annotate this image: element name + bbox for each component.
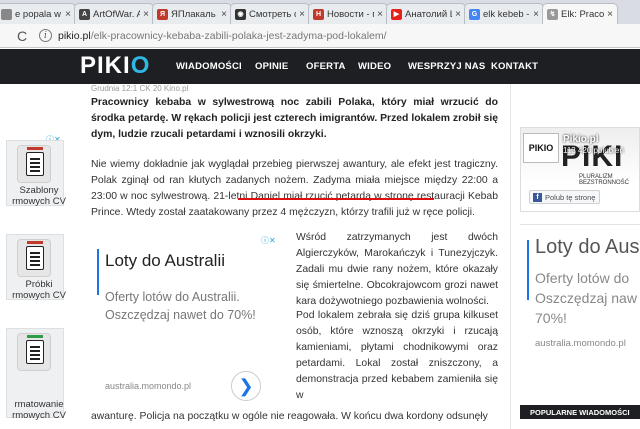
right-ad-line-3: 70%!: [535, 310, 567, 326]
right-divider: [520, 224, 640, 225]
nav-kontakt[interactable]: KONTAKT: [491, 61, 538, 72]
fb-like-label: Polub tę stronę: [545, 192, 596, 202]
tab-title: e popala w: [15, 8, 61, 20]
article-paragraph-3-continued: awanturę. Policja na początku w ogóle ni…: [91, 411, 488, 422]
left-ad-1-label: Szablony rmowych CV: [12, 185, 66, 207]
left-ad-3[interactable]: rmatowanie rmowych CV: [6, 328, 66, 421]
ad-choices-icon[interactable]: ⓘ✕: [261, 235, 276, 246]
url-host: pikio.pl: [58, 29, 91, 42]
popular-news-header: POPULARNE WIADOMOŚCI: [520, 405, 640, 419]
inline-ad-subtitle: Oferty lotów do Australii. Oszczędzaj na…: [105, 290, 256, 322]
tab-favicon-icon: ▶: [391, 8, 402, 20]
ad-accent-bar: [527, 240, 529, 300]
tab-favicon-icon: ◉: [235, 8, 246, 20]
tab-favicon-icon: A: [79, 8, 90, 20]
document-icon: [17, 333, 51, 371]
tab-title: Новости - п: [327, 8, 375, 20]
tab-favicon-icon: Н: [313, 8, 324, 20]
fb-like-button[interactable]: f Polub tę stronę: [529, 190, 601, 204]
tab-title: Анатолий Ш: [405, 8, 452, 20]
fb-like-count: 113 420 polubień: [563, 146, 624, 155]
column-divider: [510, 84, 511, 429]
right-ad-title[interactable]: Loty do Aus: [535, 236, 640, 259]
article-paragraph-1: Nie wiemy dokładnie jak wyglądał przebie…: [91, 159, 498, 218]
nav-wiadomosci[interactable]: WIADOMOŚCI: [176, 61, 242, 72]
tab-title: ЯПлакаль -: [171, 8, 219, 20]
tab-title: Elk: Pracowni: [561, 8, 605, 20]
fb-page-name[interactable]: Pikio.pl: [563, 134, 599, 145]
nav-oferta[interactable]: OFERTA: [306, 61, 346, 72]
inline-ad-domain: australia.momondo.pl: [105, 381, 192, 391]
red-underline-annotation: [238, 198, 434, 200]
logo-accent: O: [130, 52, 151, 79]
right-ad-domain: australia.momondo.pl: [535, 338, 626, 349]
tab-favicon-icon: Я: [157, 8, 168, 20]
logo-text: PIKI: [80, 52, 131, 79]
browser-tab[interactable]: Gelk kebeb - ×: [464, 3, 544, 24]
browser-tab[interactable]: ↯Elk: Pracowni×: [542, 3, 618, 24]
chevron-right-icon[interactable]: ❯: [231, 371, 261, 401]
right-ad-line-2: Oszczędzaj naw: [535, 290, 637, 306]
tab-title: ArtOfWar. A: [93, 8, 141, 20]
left-ad-column: ⓘ✕ Szablony rmowych CV Próbki rmowych CV…: [0, 84, 68, 429]
facebook-icon: f: [533, 192, 542, 202]
tab-title: Смотреть о: [249, 8, 297, 20]
tab-favicon-icon: [1, 8, 12, 20]
tab-title: elk kebeb -: [483, 8, 530, 20]
browser-tab[interactable]: Н Новости - п ×: [308, 3, 388, 24]
close-tab-icon[interactable]: ×: [533, 9, 539, 20]
browser-tab[interactable]: A ArtOfWar. A ×: [74, 3, 154, 24]
tab-favicon-icon: ↯: [547, 8, 558, 20]
reload-icon[interactable]: C: [14, 28, 30, 44]
fb-page-avatar[interactable]: PIKIO: [523, 133, 559, 163]
close-tab-icon[interactable]: ×: [65, 9, 71, 20]
url-path: /elk-pracownicy-kebaba-zabili-polaka-jes…: [90, 29, 387, 42]
document-icon: [17, 239, 51, 277]
address-bar: C i pikio.pl/elk-pracownicy-kebaba-zabil…: [0, 24, 640, 48]
site-navigation: PIKIO WIADOMOŚCI OPINIE OFERTA WIDEO WES…: [0, 49, 640, 84]
tab-strip: e popala w × A ArtOfWar. A × Я ЯПлакаль - × ◉ Смо…: [0, 0, 640, 24]
left-ad-2-label: Próbki rmowych CV: [12, 279, 66, 301]
nav-wesprzyj-nas[interactable]: WESPRZYJ NAS: [408, 61, 485, 72]
article-paragraph-2: Wśród zatrzymanych jest dwóch Algierczyk…: [296, 232, 498, 307]
right-ad-line-1: Oferty lotów do: [535, 270, 630, 286]
right-ad-subtitle: Oferty lotów do Oszczędzaj naw 70%!: [535, 268, 640, 328]
article-meta-cut: Grudnia 12:1 CK 20 Kino.pl: [91, 84, 189, 93]
left-ad-3-label: rmatowanie rmowych CV: [12, 399, 66, 421]
close-tab-icon[interactable]: ×: [143, 9, 149, 20]
inline-ad-title[interactable]: Loty do Australii: [105, 251, 225, 271]
browser-tab[interactable]: e popala w ×: [0, 3, 76, 24]
nav-wideo[interactable]: WIDEO: [358, 61, 391, 72]
site-info-icon[interactable]: i: [39, 29, 52, 42]
close-tab-icon[interactable]: ×: [455, 9, 461, 20]
facebook-page-widget[interactable]: PIKI PIKIO Pikio.pl 113 420 polubień PLU…: [520, 127, 640, 212]
browser-tab[interactable]: ▶Анатолий Ш×: [386, 3, 466, 24]
browser-tab[interactable]: Я ЯПлакаль - ×: [152, 3, 232, 24]
site-logo[interactable]: PIKIO: [80, 52, 150, 80]
article-paragraph-3: Pod lokalem zebrała się dziś grupa kilku…: [296, 310, 498, 401]
fb-cover-tagline: PLURALIZM BEZSTRONNOŚĆ: [579, 174, 630, 186]
url-field[interactable]: pikio.pl/elk-pracownicy-kebaba-zabili-po…: [58, 30, 387, 42]
close-tab-icon[interactable]: ×: [377, 9, 383, 20]
ad-accent-bar: [97, 249, 99, 295]
left-ad-2[interactable]: Próbki rmowych CV: [6, 234, 66, 301]
left-ad-1[interactable]: Szablony rmowych CV: [6, 140, 66, 207]
nav-opinie[interactable]: OPINIE: [255, 61, 288, 72]
close-tab-icon[interactable]: ×: [607, 9, 613, 20]
close-tab-icon[interactable]: ×: [221, 9, 227, 20]
document-icon: [17, 145, 51, 183]
browser-tab[interactable]: ◉ Смотреть о ×: [230, 3, 310, 24]
close-tab-icon[interactable]: ×: [299, 9, 305, 20]
inline-ad[interactable]: ⓘ✕ Loty do Australii Oferty lotów do Aus…: [91, 235, 281, 403]
article-lead: Pracownicy kebaba w sylwestrową noc zabi…: [91, 97, 498, 140]
tab-favicon-icon: G: [469, 8, 480, 20]
